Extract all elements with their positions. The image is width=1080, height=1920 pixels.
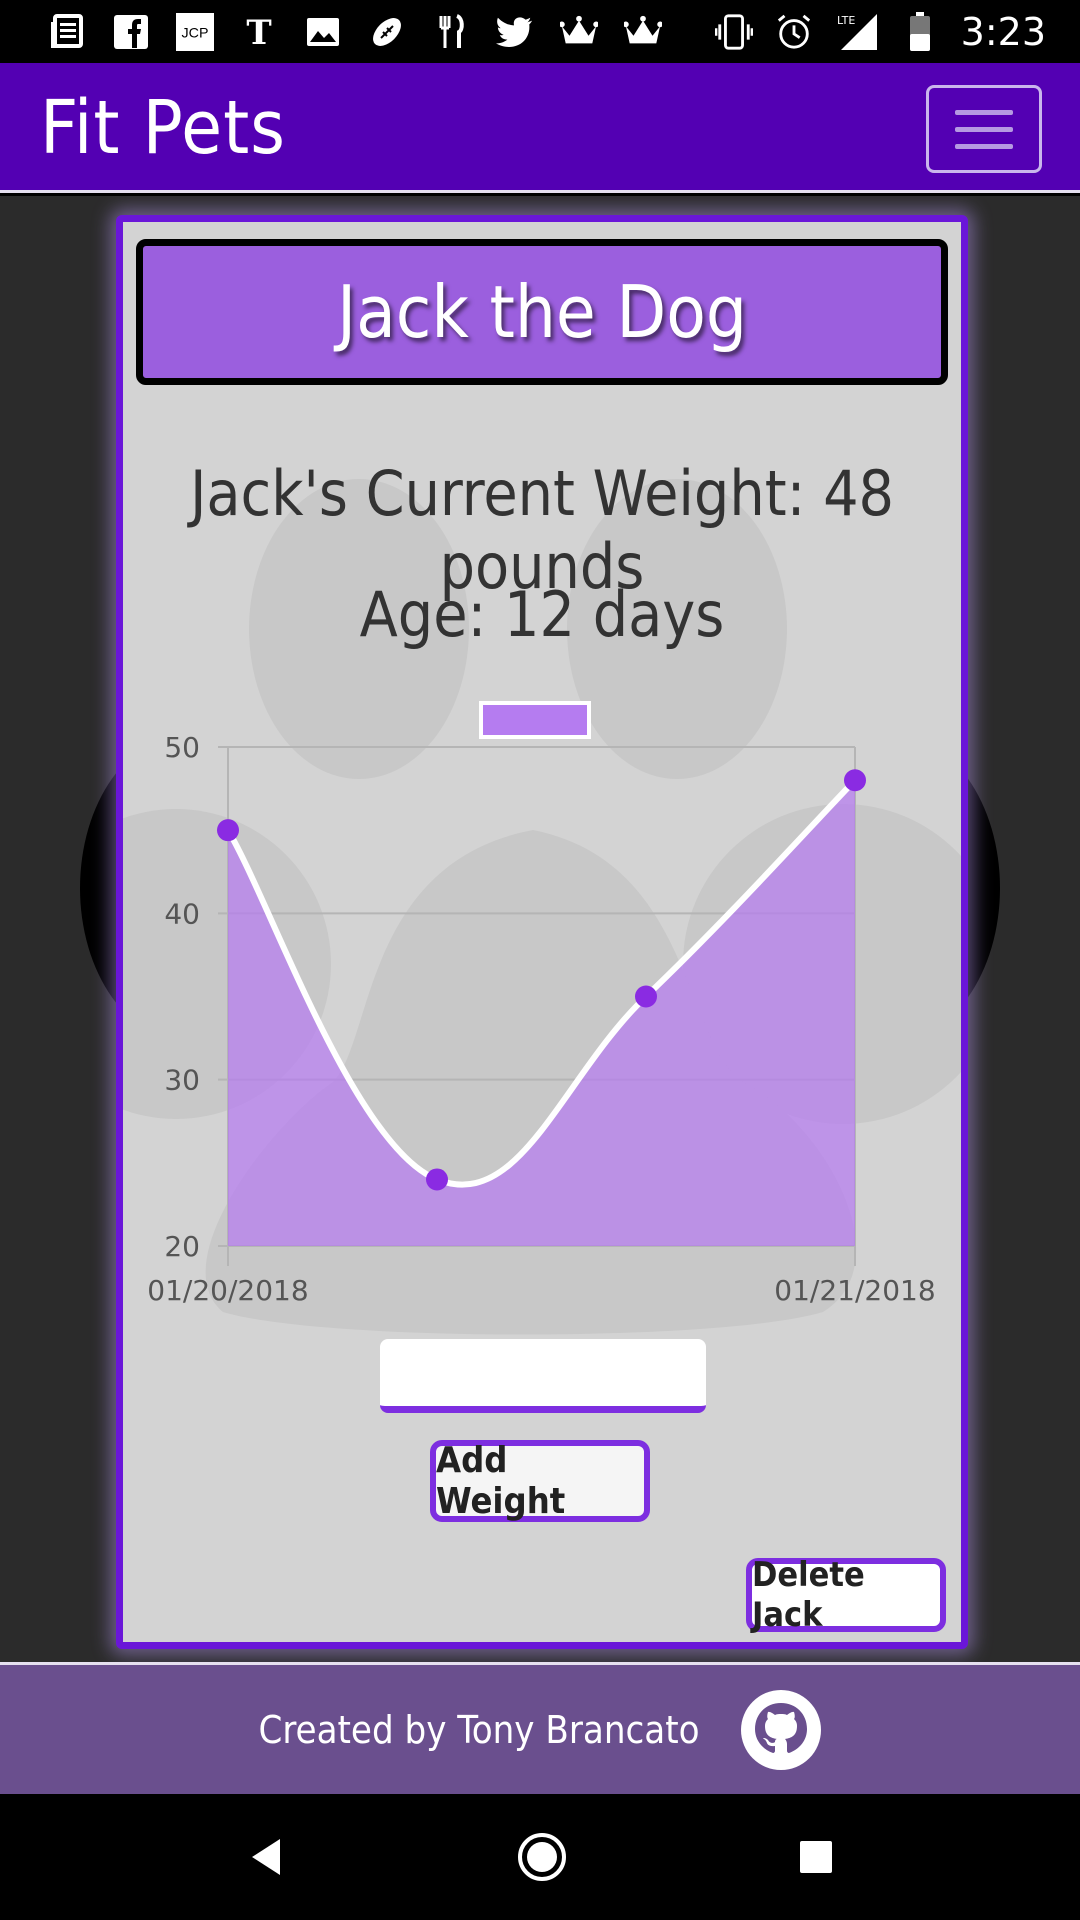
crown-icon (560, 13, 598, 51)
menu-toggle-button[interactable] (926, 85, 1042, 173)
image-icon (304, 13, 342, 51)
news-icon (48, 13, 86, 51)
system-navigation-bar (0, 1794, 1080, 1920)
y-tick-label: 20 (164, 1230, 200, 1263)
pet-card: Jack the Dog Jack's Current Weight: 48 p… (116, 215, 968, 1649)
hamburger-icon (955, 143, 1013, 149)
main-content: Jack the Dog Jack's Current Weight: 48 p… (0, 196, 1080, 1662)
data-point (844, 769, 866, 792)
footer-credit: Created by Tony Brancato (258, 1707, 700, 1752)
x-tick-label: 01/20/2018 (147, 1274, 308, 1307)
svg-text:T: T (246, 14, 271, 50)
facebook-icon (112, 13, 150, 51)
svg-text:JCP: JCP (182, 25, 209, 41)
y-tick-label: 30 (164, 1064, 200, 1097)
series-area (228, 780, 855, 1246)
twitter-icon (496, 13, 534, 51)
back-icon[interactable] (244, 1835, 288, 1879)
home-icon[interactable] (516, 1831, 568, 1883)
crown-icon (624, 13, 662, 51)
data-point (217, 819, 239, 842)
status-indicators: LTE 3:23 (714, 0, 1046, 63)
weight-chart: 50 40 30 20 01/20/2018 01/21/2018 (147, 701, 936, 1307)
y-tick-label: 40 (164, 897, 200, 930)
data-point (426, 1168, 448, 1191)
footer: Created by Tony Brancato (0, 1662, 1080, 1794)
navbar: Fit Pets (0, 63, 1080, 193)
alarm-icon (775, 13, 813, 51)
battery-icon (901, 11, 939, 51)
notification-icons: JCP T (0, 12, 662, 51)
football-icon (368, 13, 406, 51)
signal-icon: LTE (835, 13, 879, 51)
y-tick-label: 50 (164, 731, 200, 764)
clock: 3:23 (960, 9, 1046, 54)
recents-icon[interactable] (796, 1837, 836, 1877)
svg-text:LTE: LTE (837, 14, 855, 27)
hamburger-icon (955, 109, 1013, 115)
github-icon[interactable] (740, 1689, 822, 1771)
nytimes-icon: T (240, 13, 278, 51)
weight-input[interactable] (380, 1339, 706, 1413)
vibrate-icon (714, 13, 753, 51)
x-tick-label: 01/21/2018 (774, 1274, 935, 1307)
legend-swatch (479, 701, 591, 739)
data-point (635, 985, 657, 1008)
restaurant-icon (432, 13, 470, 51)
delete-pet-button[interactable]: Delete Jack (746, 1555, 946, 1635)
hamburger-icon (955, 126, 1013, 132)
add-weight-button[interactable]: Add Weight (430, 1440, 650, 1522)
status-bar: JCP T LTE 3:23 (0, 0, 1080, 63)
brand-title[interactable]: Fit Pets (40, 85, 286, 171)
jcp-icon: JCP (176, 12, 214, 51)
